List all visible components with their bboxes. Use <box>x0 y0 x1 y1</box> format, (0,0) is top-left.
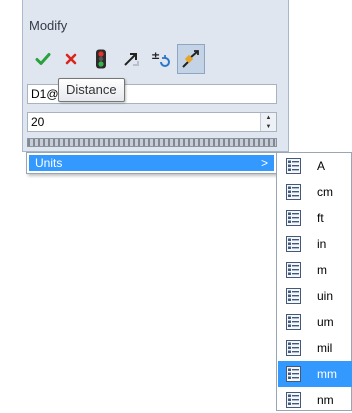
unit-list-icon <box>286 262 301 278</box>
submenu-item-ft[interactable]: ft <box>278 205 352 231</box>
submenu-item-m[interactable]: m <box>278 257 352 283</box>
traffic-light-button[interactable] <box>87 44 115 74</box>
toolbar: ± <box>29 44 279 74</box>
submenu-item-in[interactable]: in <box>278 231 352 257</box>
checkmark-icon <box>35 53 51 65</box>
modify-panel: Modify ± D1@ 20 ▲ ▼ <box>22 0 289 152</box>
unit-list-icon <box>286 314 301 330</box>
value-text: 20 <box>31 115 45 129</box>
unit-list-icon <box>286 184 301 200</box>
svg-text:±: ± <box>151 49 160 62</box>
spinner[interactable]: ▲ ▼ <box>260 113 276 131</box>
thumbwheel-slider[interactable] <box>27 138 277 147</box>
cancel-button[interactable] <box>57 44 85 74</box>
unit-list-icon <box>286 158 301 174</box>
unit-list-icon <box>286 392 301 408</box>
mark-dimension-button[interactable] <box>177 44 205 74</box>
spin-down-icon[interactable]: ▼ <box>261 122 276 131</box>
unit-list-icon <box>286 210 301 226</box>
submenu-item-label: mil <box>317 341 333 355</box>
panel-title: Modify <box>29 18 68 33</box>
plus-minus-rebuild-icon: ± <box>151 49 170 67</box>
submenu-item-label: nm <box>317 393 334 407</box>
arrow-icon <box>124 53 139 66</box>
unit-list-icon <box>286 236 301 252</box>
submenu-item-label: mm <box>317 367 337 381</box>
menu-item-units[interactable]: Units > <box>29 155 274 171</box>
tooltip: Distance <box>58 78 125 102</box>
submenu-item-mm[interactable]: mm <box>278 361 352 387</box>
unit-list-icon <box>286 366 301 382</box>
direction-button[interactable] <box>117 44 145 74</box>
close-icon <box>65 53 77 65</box>
unit-list-icon <box>286 340 301 356</box>
units-submenu: Acm ft in m uin um mil mm nm <box>276 152 352 411</box>
submenu-item-label: m <box>317 263 327 277</box>
submenu-item-uin[interactable]: uin <box>278 283 352 309</box>
submenu-arrow-icon: > <box>260 156 268 170</box>
submenu-item-um[interactable]: um <box>278 309 352 335</box>
dimension-marker-icon <box>182 50 199 68</box>
submenu-item-label: um <box>317 315 334 329</box>
value-spin-field[interactable]: 20 ▲ ▼ <box>27 112 277 132</box>
submenu-item-mil[interactable]: mil <box>278 335 352 361</box>
submenu-item-cm[interactable]: cm <box>278 179 352 205</box>
menu-item-label: Units <box>35 156 63 170</box>
traffic-light-icon <box>96 49 106 69</box>
ok-button[interactable] <box>29 44 57 74</box>
submenu-item-label: A <box>317 159 326 173</box>
submenu-item-label: ft <box>317 211 324 225</box>
submenu-item-label: cm <box>317 185 333 199</box>
dimension-name-value: D1@ <box>31 87 59 101</box>
submenu-item-label: in <box>317 237 327 251</box>
submenu-item-label: uin <box>317 289 334 303</box>
submenu-item-A[interactable]: A <box>278 153 352 179</box>
submenu-item-nm[interactable]: nm <box>278 387 352 413</box>
unit-list-icon <box>286 288 301 304</box>
context-menu: Units > <box>26 152 277 174</box>
rebuild-button[interactable]: ± <box>147 44 175 74</box>
